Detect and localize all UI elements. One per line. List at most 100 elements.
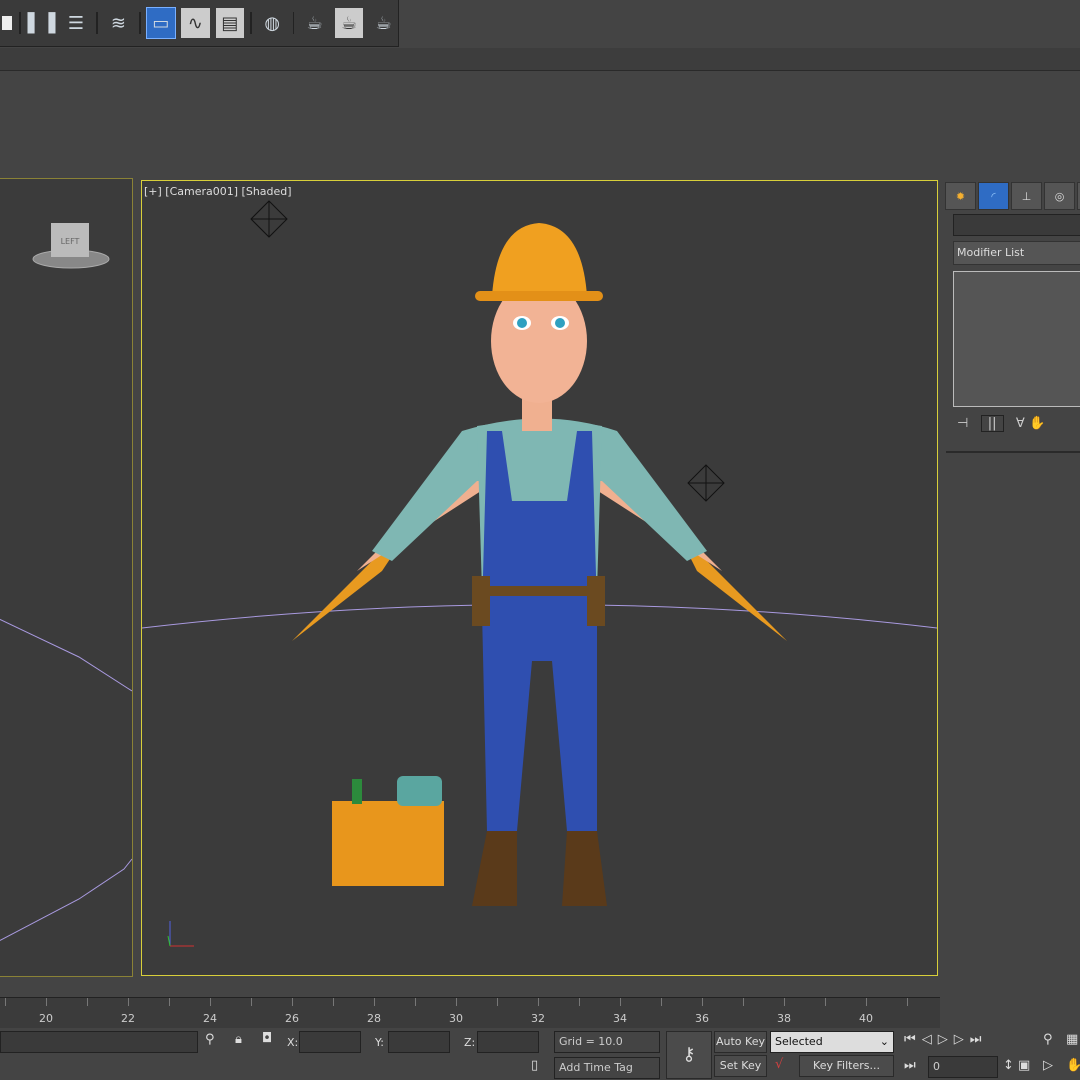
selection-set-dropdown[interactable]: Selected ⌄ — [770, 1031, 894, 1053]
separator — [19, 12, 22, 34]
timeline-tick-label: 24 — [203, 1012, 217, 1025]
ribbon-strip — [0, 48, 1080, 71]
modifier-stack[interactable] — [953, 271, 1080, 407]
timeline-tick-mark — [46, 998, 47, 1006]
timeline-tick-label: 38 — [777, 1012, 791, 1025]
timeline-tick-label: 20 — [39, 1012, 53, 1025]
remove-modifier-icon[interactable]: ✋ — [1029, 416, 1045, 431]
set-keys-key-icon[interactable]: ⚷ — [666, 1031, 712, 1079]
scene-canvas — [142, 200, 937, 947]
render-setup-icon[interactable]: ☕ — [300, 8, 329, 38]
z-coordinate-field[interactable] — [477, 1031, 539, 1053]
maximize-viewport-icon[interactable]: ▦ — [1066, 1032, 1078, 1047]
timeline-tick-label: 34 — [613, 1012, 627, 1025]
x-label: X: — [287, 1036, 299, 1049]
timeline-tick-label: 40 — [859, 1012, 873, 1025]
separator — [138, 12, 141, 34]
ribbon-area — [0, 71, 1080, 176]
separator — [250, 12, 253, 34]
timeline-tick-label: 30 — [449, 1012, 463, 1025]
show-end-result-icon[interactable]: || — [980, 415, 1004, 432]
timeline-tick-mark — [702, 998, 703, 1006]
prompt-line — [0, 1056, 525, 1078]
timeline-tick-mark — [292, 998, 293, 1006]
toolbox-model — [332, 776, 444, 886]
timeline-tick-mark — [579, 998, 580, 1006]
modifier-list-dropdown[interactable]: Modifier List — [953, 241, 1080, 265]
motion-tab-icon[interactable]: ◎ — [1044, 182, 1075, 210]
render-icon[interactable]: ☕ — [369, 8, 398, 38]
grid-readout: Grid = 10.0 — [554, 1031, 660, 1053]
timeline-tick-mark — [907, 998, 908, 1006]
orbit-icon[interactable]: ▷ — [1043, 1058, 1053, 1073]
lock-icon[interactable]: 🔒︎ — [235, 1032, 242, 1047]
layer-manager-icon[interactable]: ≋ — [104, 8, 133, 38]
isolate-icon[interactable]: ⚲ — [205, 1032, 215, 1047]
scene-explorer-icon[interactable]: ▭ — [145, 7, 177, 39]
timeline-tick-mark — [661, 998, 662, 1006]
frame-spinner-icon[interactable]: ↕ — [1003, 1058, 1014, 1073]
z-label: Z: — [464, 1036, 476, 1049]
status-bar: ⚲ 🔒︎ ◘ X: Y: Z: Grid = 10.0 ▯ Add Time T… — [0, 1028, 1080, 1080]
y-label: Y: — [375, 1036, 384, 1049]
selected-value: Selected — [775, 1035, 823, 1048]
playback-controls[interactable]: ⏮◁▷▷⏭ — [904, 1032, 987, 1047]
viewport-camera[interactable]: [+] [Camera001] [Shaded] — [141, 180, 938, 976]
time-tag-icon[interactable]: ▯ — [531, 1058, 538, 1073]
zoom-extents-icon[interactable]: ⚲ — [1043, 1032, 1053, 1047]
viewport-left[interactable]: LEFT — [0, 178, 133, 977]
timeline-tick-mark — [374, 998, 375, 1006]
time-config-icon[interactable]: ▣ — [1018, 1058, 1030, 1073]
timeline-tick-mark — [5, 998, 6, 1006]
timeline-tick-mark — [743, 998, 744, 1006]
timeline-ruler[interactable]: 20 22 24 26 28 30 32 34 36 38 40 — [0, 997, 940, 1028]
align-icon[interactable]: ☰ — [62, 8, 91, 38]
make-unique-icon[interactable]: ∀ — [1016, 416, 1025, 431]
viewcube-face-label[interactable]: LEFT — [61, 237, 80, 246]
absolute-mode-icon[interactable]: ◘ — [262, 1031, 272, 1046]
mirror-icon[interactable]: ▌▐ — [27, 8, 56, 38]
key-filters-button[interactable]: Key Filters... — [799, 1055, 894, 1077]
divider — [946, 451, 1080, 453]
add-time-tag-button[interactable]: Add Time Tag — [554, 1057, 660, 1079]
key-mode-curve-icon[interactable]: √ — [775, 1057, 783, 1072]
create-tab-icon[interactable]: ✹ — [945, 182, 976, 210]
timeline-tick-label: 32 — [531, 1012, 545, 1025]
checkbox-icon[interactable] — [0, 8, 13, 38]
set-key-button[interactable]: Set Key — [714, 1055, 767, 1077]
timeline-tick-mark — [169, 998, 170, 1006]
modify-tab-icon[interactable]: ◜ — [978, 182, 1009, 210]
material-editor-icon[interactable]: ◍ — [258, 8, 287, 38]
object-name-field[interactable] — [953, 214, 1080, 236]
schematic-view-icon[interactable]: ▤ — [215, 8, 245, 38]
y-coordinate-field[interactable] — [388, 1031, 450, 1053]
timeline-tick-mark — [825, 998, 826, 1006]
separator — [292, 12, 295, 34]
curve-editor-icon[interactable]: ∿ — [181, 8, 210, 38]
auto-key-button[interactable]: Auto Key — [714, 1031, 767, 1053]
timeline-tick-mark — [415, 998, 416, 1006]
current-frame-field[interactable]: 0 — [928, 1056, 998, 1078]
timeline-tick-label: 36 — [695, 1012, 709, 1025]
timeline-tick-mark — [128, 998, 129, 1006]
hierarchy-tab-icon[interactable]: ⊥ — [1011, 182, 1042, 210]
timeline-tick-mark — [497, 998, 498, 1006]
timeline-tick-label: 28 — [367, 1012, 381, 1025]
maxscript-listener[interactable] — [0, 1031, 198, 1053]
rendered-frame-icon[interactable]: ☕ — [334, 8, 364, 38]
timeline-tick-label: 22 — [121, 1012, 135, 1025]
separator — [96, 12, 99, 34]
timeline-tick-mark — [251, 998, 252, 1006]
chevron-down-icon: ⌄ — [879, 1035, 889, 1048]
left-viewport-canvas: LEFT — [0, 223, 133, 942]
timeline-tick-label: 26 — [285, 1012, 299, 1025]
pan-icon[interactable]: ✋ — [1066, 1058, 1080, 1073]
timeline-tick-mark — [620, 998, 621, 1006]
axis-tripod-icon — [167, 921, 194, 947]
timeline-tick-mark — [538, 998, 539, 1006]
x-coordinate-field[interactable] — [299, 1031, 361, 1053]
light-helper-icon — [250, 200, 288, 238]
timeline-tick-mark — [333, 998, 334, 1006]
pin-stack-icon[interactable]: ⊣ — [957, 416, 968, 431]
key-mode-toggle-icon[interactable]: ⏭ — [904, 1058, 916, 1073]
